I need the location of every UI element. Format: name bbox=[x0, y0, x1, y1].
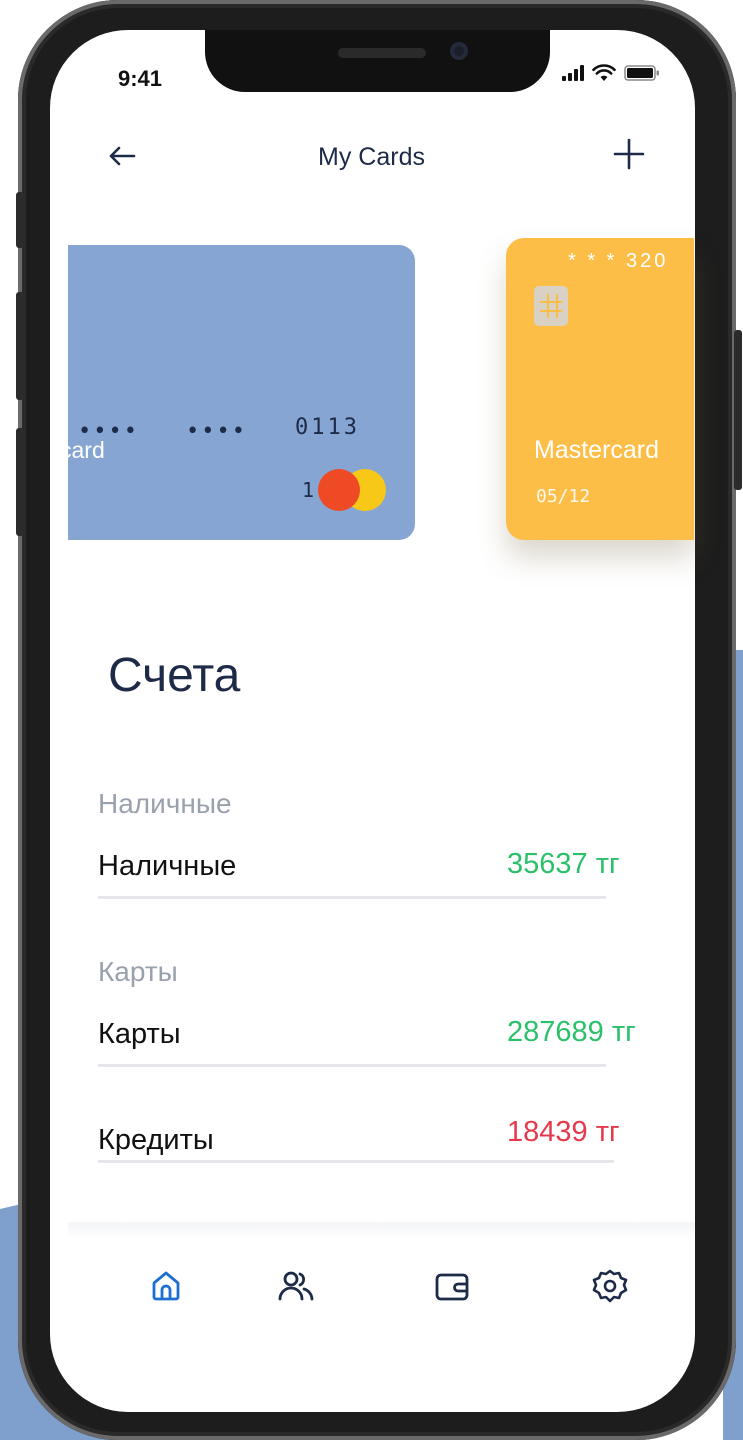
accounts-title: Счета bbox=[108, 649, 241, 702]
wifi-icon bbox=[592, 64, 616, 81]
card-number: * * * 320 bbox=[568, 250, 669, 272]
divider bbox=[98, 1064, 606, 1067]
card-expiry: 1 bbox=[302, 478, 315, 502]
status-time: 9:41 bbox=[118, 66, 163, 91]
battery-icon bbox=[624, 65, 659, 81]
card-brand: Mastercard bbox=[534, 436, 660, 464]
account-row-label[interactable]: Кредиты bbox=[98, 1124, 214, 1157]
cellular-signal-icon bbox=[562, 65, 584, 81]
card-chip-icon bbox=[534, 286, 568, 326]
divider bbox=[98, 1160, 614, 1163]
mastercard-logo-red bbox=[318, 469, 360, 511]
card-yellow[interactable]: * * * 320 Mastercard 05/12 bbox=[506, 238, 694, 540]
account-row-label[interactable]: Карты bbox=[98, 1018, 181, 1051]
account-row-label[interactable]: Наличные bbox=[98, 850, 236, 883]
mute-switch bbox=[16, 192, 24, 248]
group-heading: Карты bbox=[98, 956, 178, 987]
tab-home[interactable] bbox=[146, 1266, 186, 1306]
volume-down-button bbox=[16, 428, 24, 536]
notch bbox=[205, 30, 550, 92]
group-heading: Наличные bbox=[98, 788, 232, 819]
card-last-digits: 0113 bbox=[295, 415, 360, 440]
card-blue[interactable]: •••• •••• 0113 card 1 bbox=[68, 245, 415, 540]
card-number-dots: •••• bbox=[186, 419, 247, 444]
users-icon bbox=[278, 1271, 314, 1301]
settings-icon bbox=[592, 1269, 628, 1303]
account-row-amount: 287689 тг bbox=[507, 1016, 636, 1048]
tab-wallet[interactable] bbox=[432, 1266, 472, 1306]
card-brand: card bbox=[68, 437, 105, 463]
tab-users[interactable] bbox=[276, 1266, 316, 1306]
tab-settings[interactable] bbox=[590, 1266, 630, 1306]
plus-icon bbox=[613, 138, 645, 170]
wallet-icon bbox=[435, 1273, 469, 1301]
tabbar-separator bbox=[68, 1222, 695, 1240]
home-icon bbox=[152, 1271, 180, 1301]
divider bbox=[98, 896, 606, 899]
speaker bbox=[338, 48, 426, 58]
add-card-button[interactable] bbox=[612, 136, 646, 178]
account-row-amount: 18439 тг bbox=[507, 1116, 620, 1148]
volume-up-button bbox=[16, 292, 24, 400]
card-expiry: 05/12 bbox=[536, 486, 591, 507]
status-icons bbox=[562, 64, 660, 82]
power-button bbox=[734, 330, 742, 490]
account-row-amount: 35637 тг bbox=[507, 848, 620, 880]
front-camera bbox=[450, 42, 468, 60]
